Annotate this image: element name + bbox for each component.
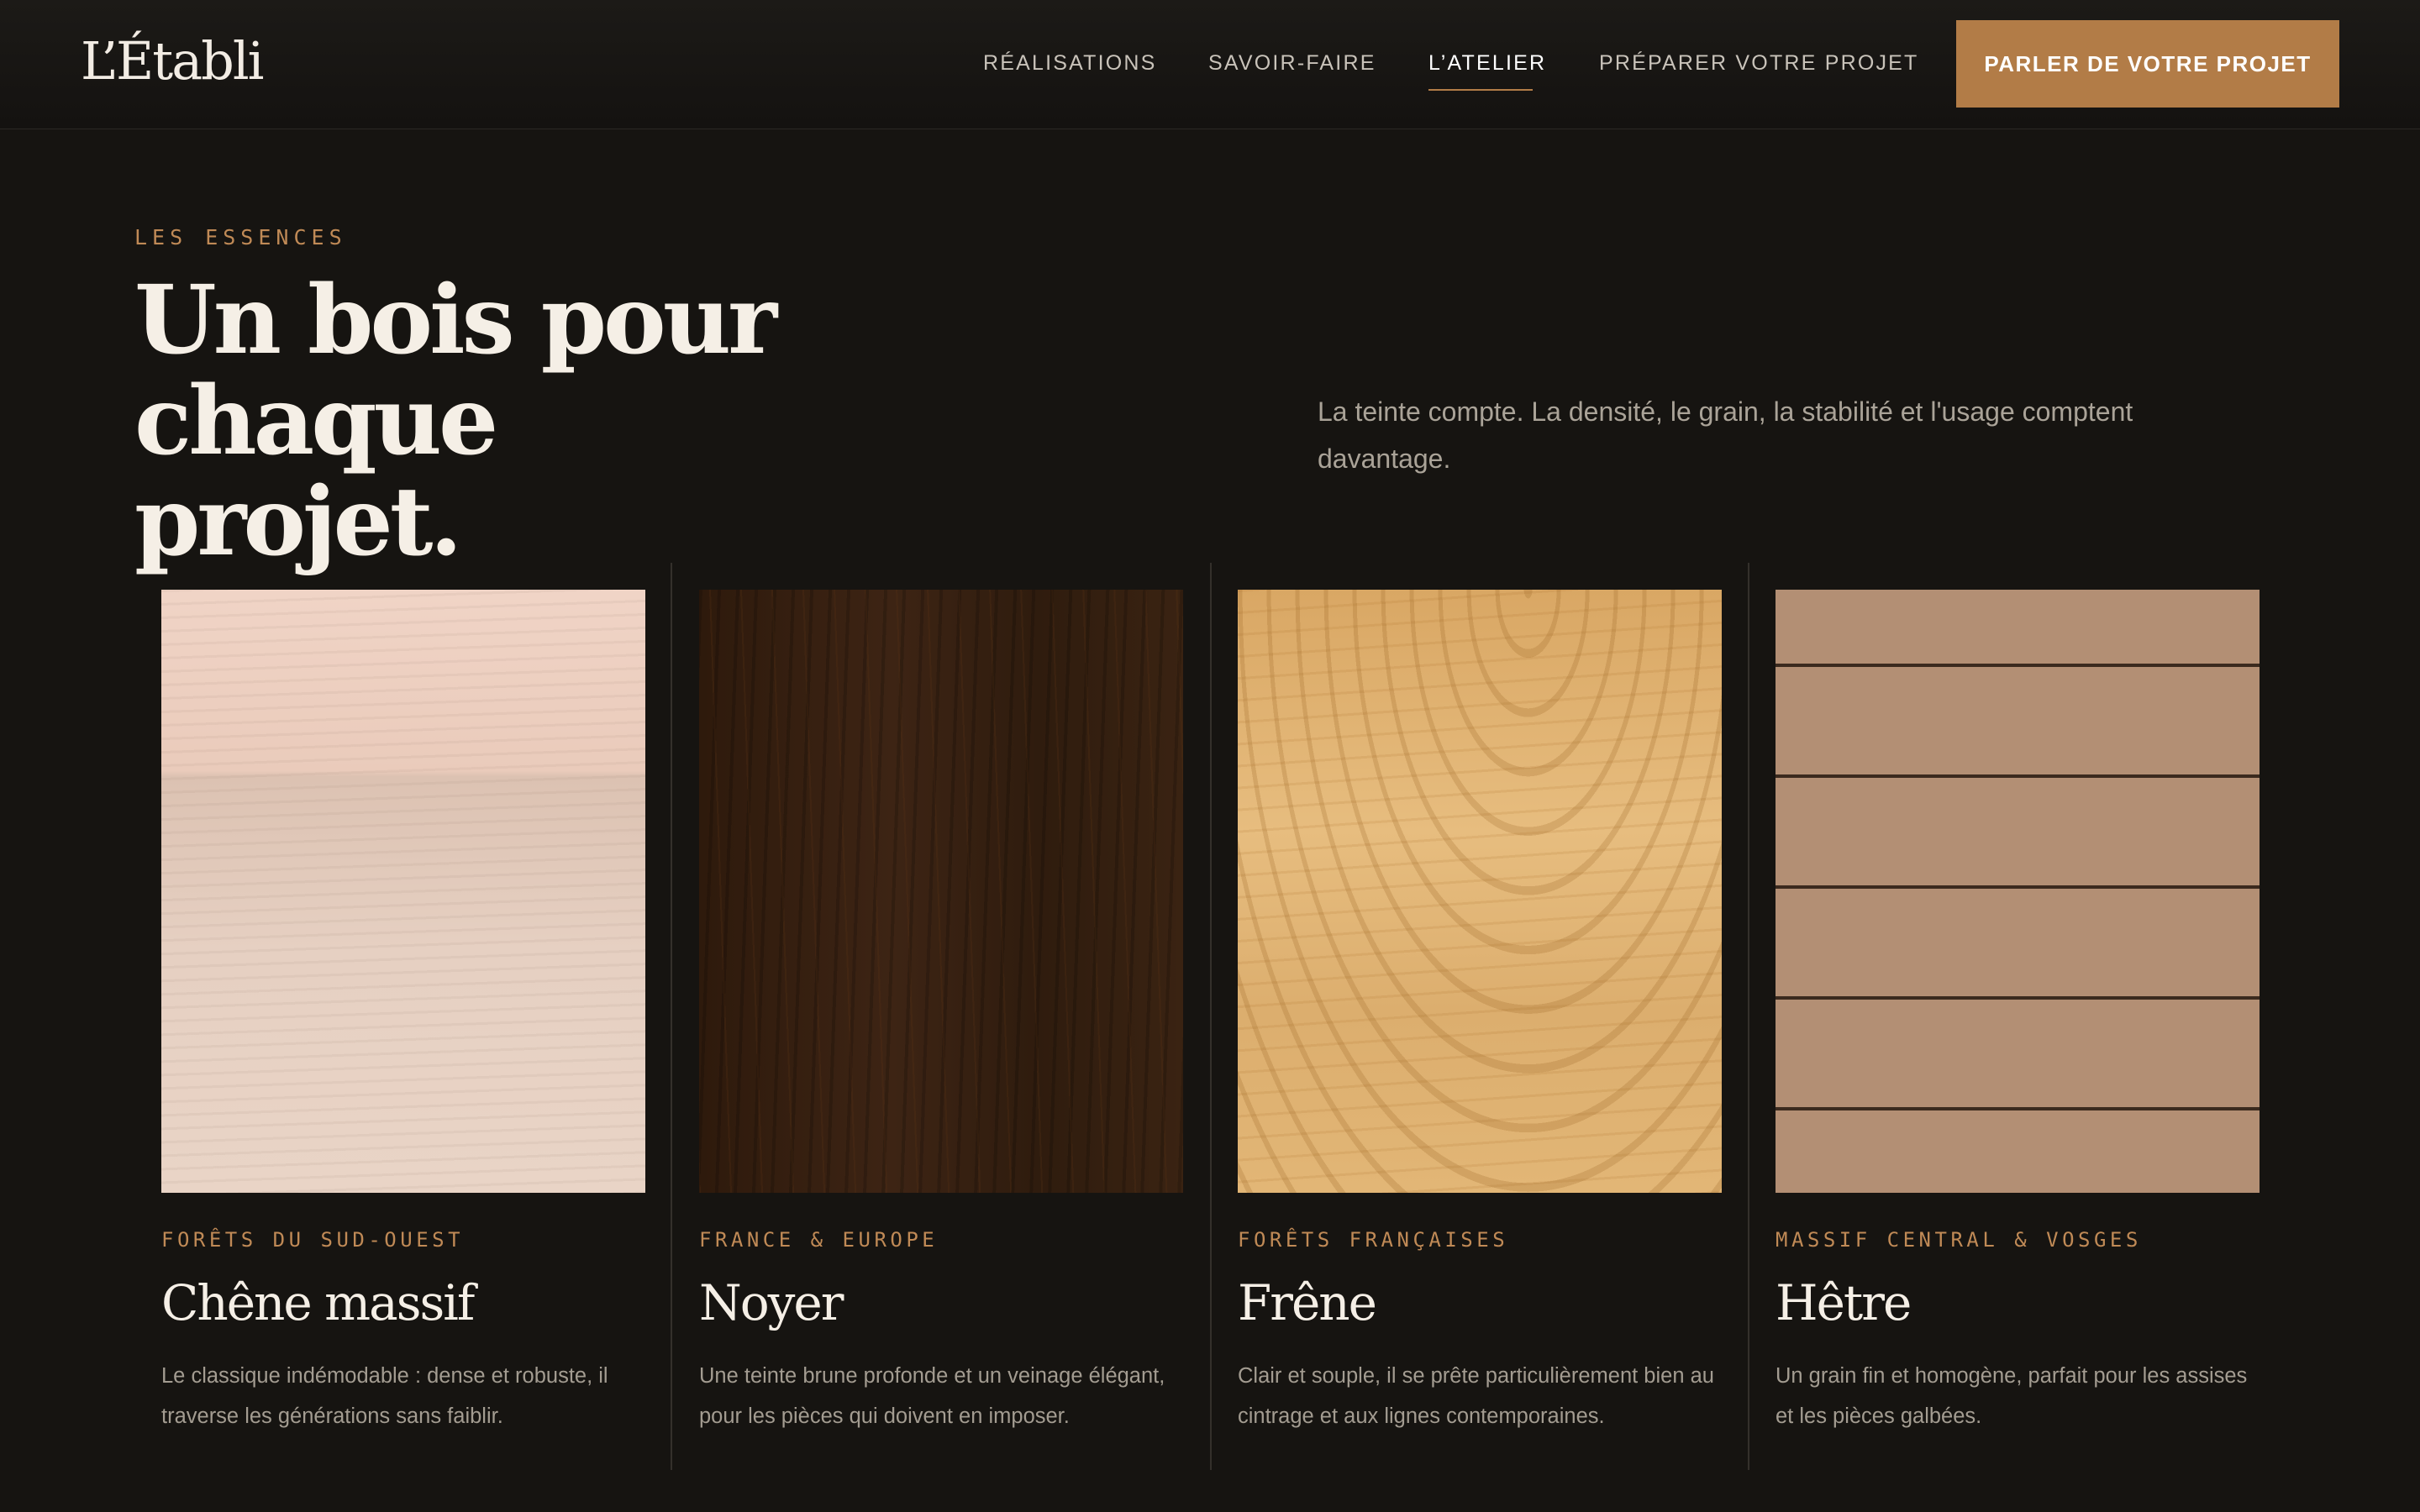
wood-swatch-image [161,590,645,1193]
plank-seam [1776,774,2260,778]
section-description: La teinte compte. La densité, le grain, … [1318,396,2133,474]
wood-swatch-image [1238,590,1722,1193]
wood-origin: FORÊTS FRANÇAISES [1238,1228,1509,1252]
plank-seam [1776,664,2260,667]
wood-description: Clair et souple, il se prête particulièr… [1238,1364,1714,1428]
wood-name: Chêne massif [161,1274,475,1331]
wood-name: Frêne [1238,1274,1377,1331]
wood-card-frene[interactable]: FORÊTS FRANÇAISES Frêne Clair et souple,… [1238,590,1722,1436]
nav-item-latelier[interactable]: L’ATELIER [1428,49,1546,77]
wood-name: Noyer [699,1274,844,1331]
wood-swatch-image [1776,590,2260,1193]
wood-name: Hêtre [1776,1274,1912,1331]
wood-origin: FORÊTS DU SUD-OUEST [161,1228,465,1252]
section-title-line-2: projet. [134,467,463,577]
nav-active-indicator [1428,89,1533,91]
section-title-line-1: Un bois pour chaque [134,265,777,476]
wood-description: Une teinte brune profonde et un veinage … [699,1364,1165,1428]
plank-seam [1776,996,2260,1000]
section-title: Un bois pour chaque projet. [134,270,1059,573]
site-header: L’Établi RÉALISATIONS SAVOIR-FAIRE L’ATE… [0,0,2420,129]
nav-item-realisations[interactable]: RÉALISATIONS [983,49,1157,77]
plank-seam [1776,885,2260,889]
wood-card-noyer[interactable]: FRANCE & EUROPE Noyer Une teinte brune p… [699,590,1183,1436]
wood-origin: FRANCE & EUROPE [699,1228,939,1252]
card-divider [1210,563,1212,1470]
wood-card-chene[interactable]: FORÊTS DU SUD-OUEST Chêne massif Le clas… [161,590,645,1436]
contact-cta-button[interactable]: PARLER DE VOTRE PROJET [1956,20,2339,108]
section-eyebrow: LES ESSENCES [134,225,347,249]
wood-description: Un grain fin et homogène, parfait pour l… [1776,1364,2248,1428]
wood-swatch-image [699,590,1183,1193]
nav-item-preparer-projet[interactable]: PRÉPARER VOTRE PROJET [1599,49,1919,77]
wood-origin: MASSIF CENTRAL & VOSGES [1776,1228,2142,1252]
wood-description: Le classique indémodable : dense et robu… [161,1364,608,1428]
card-divider [1748,563,1749,1470]
nav-item-savoir-faire[interactable]: SAVOIR-FAIRE [1208,49,1376,77]
plank-seam [1776,1107,2260,1110]
card-divider [671,563,672,1470]
wood-card-hetre[interactable]: MASSIF CENTRAL & VOSGES Hêtre Un grain f… [1776,590,2260,1436]
